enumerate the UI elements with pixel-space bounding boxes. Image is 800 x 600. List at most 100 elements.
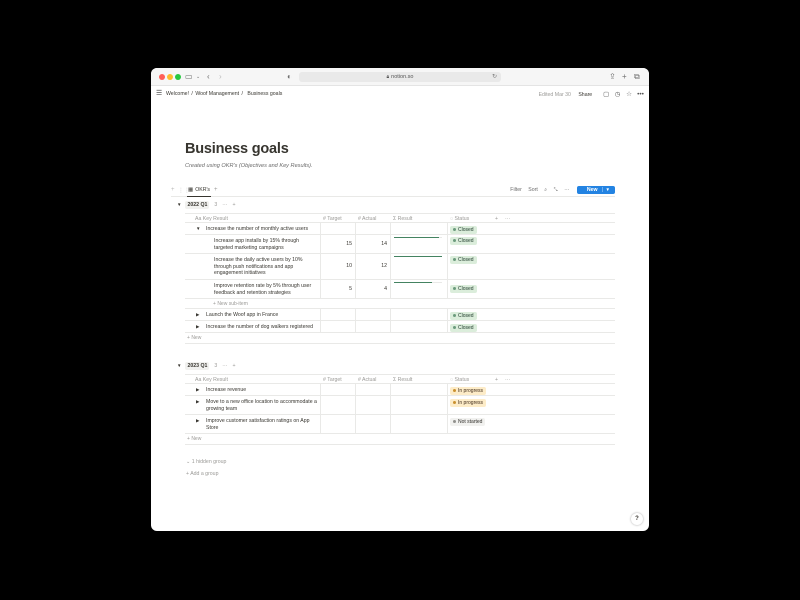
address-bar[interactable]: 🔒︎ notion.so ↻	[299, 72, 501, 82]
column-header-status[interactable]: ◌ Status	[450, 216, 469, 222]
expand-toggle-icon[interactable]: ▶	[196, 312, 199, 318]
status-badge[interactable]: Not started	[450, 418, 486, 426]
row-name[interactable]: Move to a new office location to accommo…	[206, 399, 318, 412]
maximize-window-button[interactable]	[175, 74, 181, 80]
help-button[interactable]: ?	[631, 513, 643, 525]
sidebar-icon[interactable]: ▭	[185, 71, 193, 83]
target-value[interactable]: 10	[346, 263, 352, 269]
actual-value[interactable]: 14	[381, 241, 387, 247]
new-row-button[interactable]: + New	[187, 436, 201, 442]
table-row[interactable]: ▶ Launch the Woof app in France Closed	[185, 309, 615, 321]
table-row[interactable]: ▶ Improve customer satisfaction ratings …	[185, 415, 615, 434]
more-icon[interactable]: •••	[637, 91, 644, 98]
comment-icon[interactable]: ▢	[603, 90, 610, 98]
add-view-icon[interactable]: +	[214, 187, 218, 193]
more-icon[interactable]: ···	[505, 377, 510, 383]
table-row[interactable]: Increase the daily active users by 10% t…	[185, 254, 615, 280]
shield-icon[interactable]: ◐	[287, 71, 292, 83]
add-group-button[interactable]: + Add a group	[186, 471, 218, 477]
new-button[interactable]: New ▼	[576, 186, 615, 194]
add-icon[interactable]: +	[232, 202, 235, 208]
page-subtitle[interactable]: Created using OKR's (Objectives and Key …	[185, 163, 313, 169]
column-header-actual[interactable]: # Actual	[358, 377, 376, 383]
status-badge[interactable]: Closed	[450, 324, 477, 332]
hidden-group-toggle[interactable]: ⌄ 1 hidden group	[186, 459, 226, 465]
collapse-toggle-icon[interactable]: ▼	[177, 363, 181, 368]
back-icon[interactable]: ‹	[207, 71, 210, 83]
target-value[interactable]: 15	[346, 241, 352, 247]
row-name[interactable]: Improve customer satisfaction ratings on…	[206, 418, 318, 431]
column-header-result[interactable]: Σ Result	[393, 377, 412, 383]
status-badge[interactable]: Closed	[450, 312, 477, 320]
add-icon[interactable]: +	[232, 363, 235, 369]
column-header-key-result[interactable]: Aa Key Result	[195, 377, 228, 383]
new-sub-item-row[interactable]: + New sub-item	[185, 299, 615, 309]
column-header-key-result[interactable]: Aa Key Result	[195, 216, 228, 222]
row-name[interactable]: Increase the number of dog walkers regis…	[206, 324, 313, 331]
column-header-result[interactable]: Σ Result	[393, 216, 412, 222]
row-name[interactable]: Increase app installs by 15% through tar…	[214, 238, 314, 251]
row-name[interactable]: Launch the Woof app in France	[206, 312, 278, 319]
star-icon[interactable]: ☆	[626, 90, 633, 98]
table-row[interactable]: ▶ Move to a new office location to accom…	[185, 396, 615, 415]
search-icon[interactable]: ⌕	[544, 187, 547, 193]
more-icon[interactable]: ···	[505, 216, 510, 222]
menu-icon[interactable]: ☰	[156, 90, 162, 97]
row-name[interactable]: Increase the daily active users by 10% t…	[214, 257, 314, 277]
expand-toggle-icon[interactable]: ▼	[196, 226, 200, 231]
actual-value[interactable]: 12	[381, 263, 387, 269]
table-row[interactable]: ▼ Increase the number of monthly active …	[185, 223, 615, 235]
add-tab-icon[interactable]: +	[622, 71, 627, 83]
more-icon[interactable]: ···	[222, 363, 227, 369]
table-row[interactable]: Increase app installs by 15% through tar…	[185, 235, 615, 254]
column-header-target[interactable]: # Target	[323, 216, 342, 222]
new-sub-item-button[interactable]: + New sub-item	[213, 301, 248, 307]
actual-value[interactable]: 4	[384, 286, 387, 292]
expand-toggle-icon[interactable]: ▶	[196, 418, 199, 424]
share-button[interactable]: Share	[578, 92, 592, 98]
expand-icon[interactable]: ⤡	[554, 187, 558, 193]
row-name[interactable]: Increase revenue	[206, 387, 246, 394]
new-row-button[interactable]: + New	[187, 335, 201, 341]
breadcrumb-welcome[interactable]: Welcome!	[166, 91, 189, 97]
status-badge[interactable]: Closed	[450, 237, 477, 245]
row-name[interactable]: Improve retention rate by 5% through use…	[214, 283, 318, 296]
page-title[interactable]: Business goals	[185, 141, 289, 157]
breadcrumb-business-goals[interactable]: Business goals	[247, 91, 282, 97]
add-property-icon[interactable]: +	[495, 216, 498, 222]
group-header[interactable]: ▼ 2022 Q1 3 ··· +	[177, 201, 235, 212]
status-badge[interactable]: Closed	[450, 256, 477, 264]
forward-icon[interactable]: ›	[219, 71, 222, 83]
chevron-down-icon[interactable]: ⌄	[196, 71, 200, 83]
group-header[interactable]: ▼ 2023 Q1 3 ··· +	[177, 362, 235, 373]
share-icon[interactable]: ⇪	[609, 71, 616, 83]
clock-icon[interactable]: ◷	[614, 90, 621, 98]
status-badge[interactable]: Closed	[450, 226, 477, 234]
more-icon[interactable]: ···	[222, 202, 227, 208]
breadcrumb-woof-management[interactable]: Woof Management	[195, 91, 239, 97]
status-badge[interactable]: Closed	[450, 285, 477, 293]
new-row[interactable]: + New	[185, 434, 615, 445]
more-icon[interactable]: ···	[564, 187, 569, 193]
new-row[interactable]: + New	[185, 333, 615, 344]
minimize-window-button[interactable]	[167, 74, 173, 80]
chevron-down-icon[interactable]: ▼	[601, 187, 610, 192]
collapse-toggle-icon[interactable]: ▼	[177, 202, 181, 207]
expand-toggle-icon[interactable]: ▶	[196, 387, 199, 393]
filter-button[interactable]: Filter	[510, 187, 522, 193]
sort-button[interactable]: Sort	[528, 187, 538, 193]
table-row[interactable]: Improve retention rate by 5% through use…	[185, 280, 615, 299]
tab-okrs[interactable]: ▦ OKR's	[187, 187, 212, 197]
target-value[interactable]: 5	[349, 286, 352, 292]
reload-icon[interactable]: ↻	[492, 72, 497, 82]
row-name[interactable]: Increase the number of monthly active us…	[206, 226, 308, 233]
add-property-icon[interactable]: +	[495, 377, 498, 383]
status-badge[interactable]: In progress	[450, 387, 487, 395]
add-block-icon[interactable]: +	[171, 187, 175, 193]
table-row[interactable]: ▶ Increase the number of dog walkers reg…	[185, 321, 615, 333]
expand-toggle-icon[interactable]: ▶	[196, 324, 199, 330]
table-row[interactable]: ▶ Increase revenue In progress	[185, 384, 615, 396]
column-header-actual[interactable]: # Actual	[358, 216, 376, 222]
close-window-button[interactable]	[159, 74, 165, 80]
tabs-icon[interactable]: ⧉	[634, 71, 640, 83]
